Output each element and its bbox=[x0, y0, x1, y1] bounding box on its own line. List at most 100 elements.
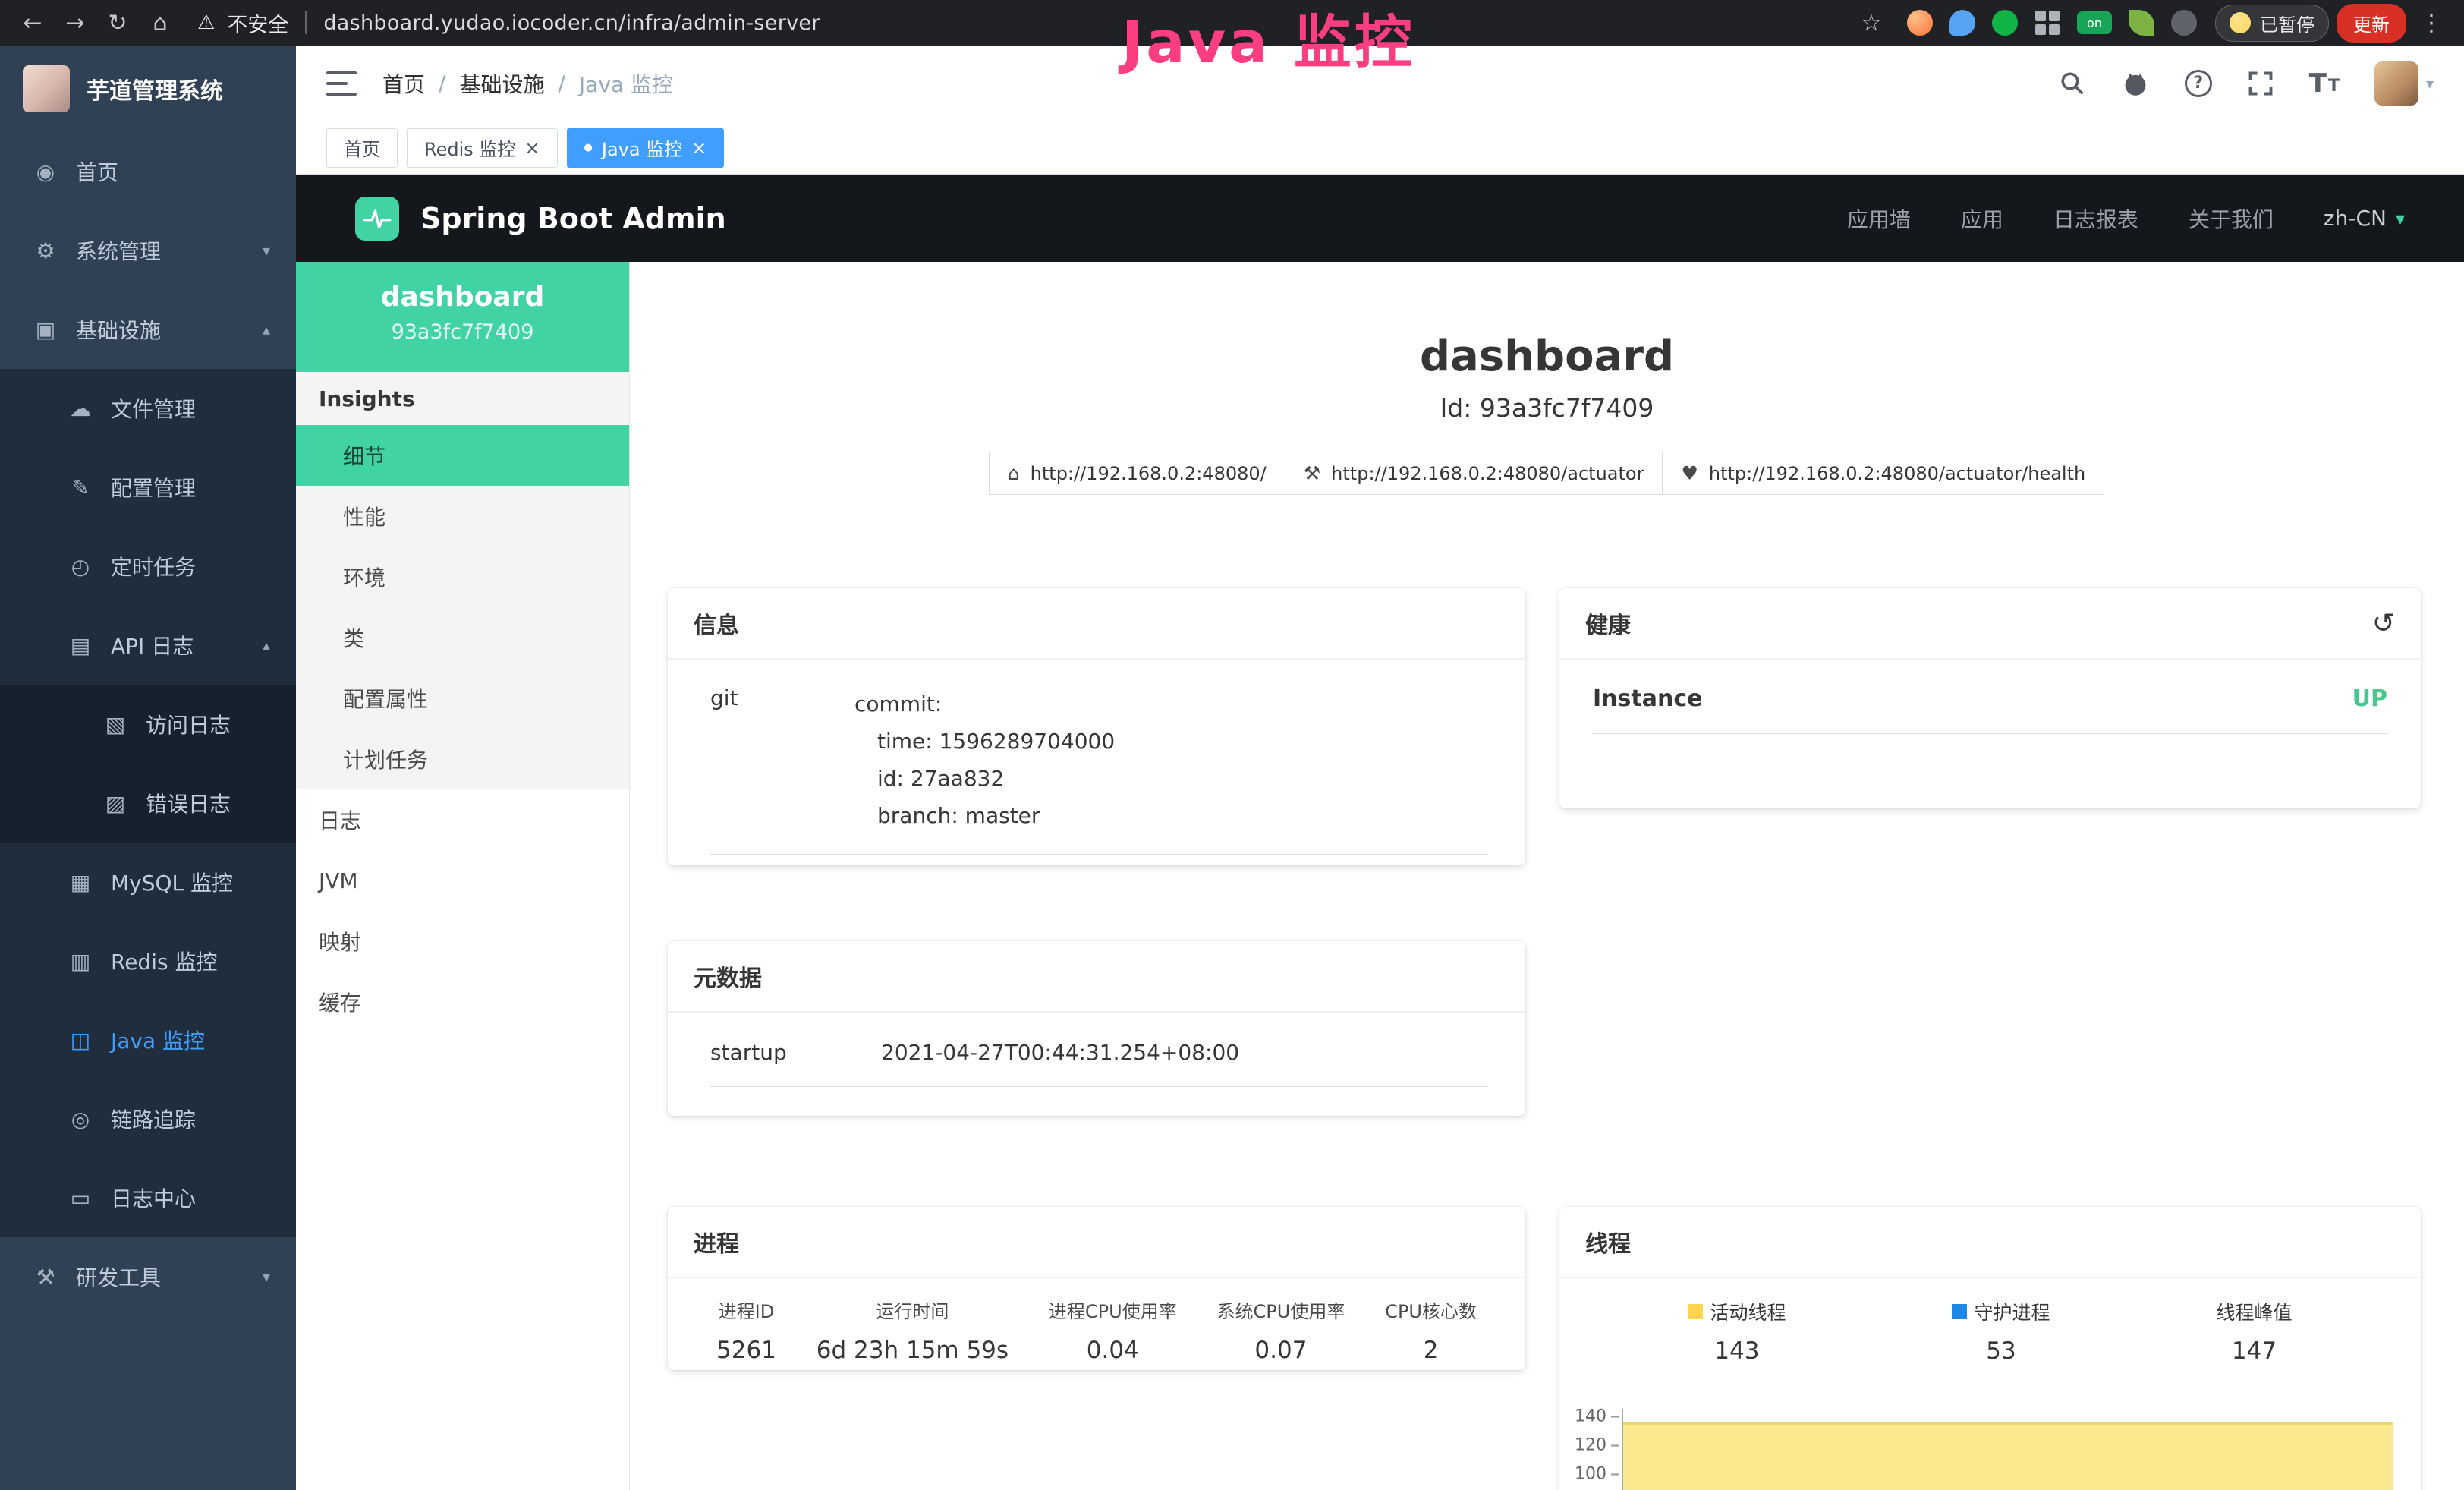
breadcrumb-home[interactable]: 首页 bbox=[382, 68, 425, 99]
sba-item-performance[interactable]: 性能 bbox=[296, 486, 629, 547]
green-extension-icon[interactable] bbox=[1992, 10, 2018, 36]
sidebar-item-redis-monitor[interactable]: ▥ Redis 监控 bbox=[0, 921, 296, 1000]
reload-icon[interactable]: ↻ bbox=[100, 10, 135, 36]
sba-item-config-props[interactable]: 配置属性 bbox=[296, 668, 629, 729]
chevron-down-icon: ▾ bbox=[263, 241, 270, 260]
sidebar-item-label: 配置管理 bbox=[111, 472, 196, 502]
extensions-area: on bbox=[1907, 10, 2197, 36]
sba-item-loggers[interactable]: 日志 bbox=[296, 789, 629, 850]
sba-item-caches[interactable]: 缓存 bbox=[296, 972, 629, 1032]
sba-item-environment[interactable]: 环境 bbox=[296, 547, 629, 607]
instance-links: ⌂ http://192.168.0.2:48080/ ⚒ http://192… bbox=[630, 452, 2464, 495]
sba-item-jvm[interactable]: JVM bbox=[296, 850, 629, 911]
active-dot-icon: ● bbox=[584, 142, 593, 153]
sidebar-item-file-mgmt[interactable]: ☁ 文件管理 bbox=[0, 369, 296, 448]
close-icon[interactable]: × bbox=[691, 139, 706, 157]
health-card-title: 健康 bbox=[1585, 606, 1631, 640]
status-badge: UP bbox=[2352, 685, 2387, 712]
metadata-key: startup bbox=[710, 1040, 881, 1065]
git-info-row: git commit: time: 1596289704000 id: 27aa… bbox=[710, 685, 1487, 855]
sidebar-item-system-mgmt[interactable]: ⚙ 系统管理 ▾ bbox=[0, 211, 296, 290]
sba-item-scheduled-tasks[interactable]: 计划任务 bbox=[296, 729, 629, 789]
sidebar-item-api-logs[interactable]: ▤ API 日志 ▴ bbox=[0, 606, 296, 685]
help-icon[interactable]: ? bbox=[2185, 70, 2212, 97]
actuator-url-link[interactable]: ⚒ http://192.168.0.2:48080/actuator bbox=[1285, 452, 1663, 495]
sba-language-value: zh-CN bbox=[2324, 206, 2387, 231]
user-menu[interactable]: ▾ bbox=[2374, 61, 2434, 106]
sidebar-item-access-logs[interactable]: ▧ 访问日志 bbox=[0, 685, 296, 764]
sidebar-item-mysql-monitor[interactable]: ▦ MySQL 监控 bbox=[0, 843, 296, 921]
sidebar-item-dev-tools[interactable]: ⚒ 研发工具 ▾ bbox=[0, 1237, 296, 1316]
paused-badge[interactable]: 已暂停 bbox=[2215, 5, 2329, 42]
service-url-link[interactable]: ⌂ http://192.168.0.2:48080/ bbox=[989, 452, 1285, 495]
update-button[interactable]: 更新 bbox=[2337, 4, 2406, 43]
sidebar-item-log-center[interactable]: ▭ 日志中心 bbox=[0, 1158, 296, 1237]
tab-home[interactable]: 首页 bbox=[326, 128, 398, 168]
sidebar-item-infrastructure[interactable]: ▣ 基础设施 ▴ bbox=[0, 290, 296, 369]
fullscreen-icon[interactable] bbox=[2247, 70, 2274, 97]
browser-menu-icon[interactable]: ⋮ bbox=[2414, 10, 2449, 36]
sba-item-details[interactable]: 细节 bbox=[296, 425, 629, 486]
tab-java-monitor[interactable]: ● Java 监控 × bbox=[567, 128, 725, 168]
chevron-down-icon: ▾ bbox=[2396, 208, 2405, 229]
bookmark-star-icon[interactable]: ☆ bbox=[1854, 10, 1889, 36]
sidebar-item-label: 错误日志 bbox=[146, 788, 231, 818]
sba-main-content: dashboard Id: 93a3fc7f7409 ⌂ http://192.… bbox=[630, 262, 2464, 1490]
breadcrumb-infrastructure[interactable]: 基础设施 bbox=[459, 68, 544, 99]
health-url-link[interactable]: ♥ http://192.168.0.2:48080/actuator/heal… bbox=[1662, 452, 2104, 495]
process-card: 进程 进程ID 5261 运行时间 6d 23h 15m 59s 进程CPU使用… bbox=[668, 1207, 1525, 1370]
tab-redis-monitor[interactable]: Redis 监控 × bbox=[407, 128, 558, 168]
sidebar-item-trace[interactable]: ◎ 链路追踪 bbox=[0, 1079, 296, 1158]
sba-app-header[interactable]: dashboard 93a3fc7f7409 bbox=[296, 262, 629, 372]
fox-extension-icon[interactable] bbox=[1907, 10, 1933, 36]
chevron-down-icon: ▾ bbox=[263, 1268, 270, 1286]
font-size-icon[interactable]: T T bbox=[2309, 71, 2340, 96]
sba-logo-icon[interactable] bbox=[355, 197, 399, 241]
chevron-up-icon: ▴ bbox=[263, 320, 270, 339]
puzzle-extension-icon[interactable] bbox=[2171, 10, 2197, 36]
sidebar-item-home[interactable]: ◉ 首页 bbox=[0, 132, 296, 211]
history-icon[interactable]: ↺ bbox=[2372, 608, 2395, 639]
browser-home-icon[interactable]: ⌂ bbox=[143, 10, 178, 36]
security-label[interactable]: 不安全 bbox=[227, 8, 288, 38]
sba-nav-about[interactable]: 关于我们 bbox=[2189, 203, 2274, 234]
sba-brand-title[interactable]: Spring Boot Admin bbox=[420, 202, 726, 235]
hamburger-menu-icon[interactable] bbox=[326, 71, 357, 96]
on-badge-extension-icon[interactable]: on bbox=[2077, 11, 2112, 34]
github-icon[interactable] bbox=[2121, 69, 2150, 98]
sba-item-classes[interactable]: 类 bbox=[296, 607, 629, 668]
sba-nav-wallboard[interactable]: 应用墙 bbox=[1847, 203, 1911, 234]
drop-extension-icon[interactable] bbox=[1949, 10, 1975, 36]
sidebar-item-java-monitor[interactable]: ◫ Java 监控 bbox=[0, 1000, 296, 1079]
dashboard-icon: ◉ bbox=[32, 159, 59, 184]
threads-card: 线程 活动线程 143 守护进程 53 bbox=[1559, 1207, 2421, 1490]
grid-extension-icon[interactable] bbox=[2034, 10, 2060, 36]
sidebar-item-config-mgmt[interactable]: ✎ 配置管理 bbox=[0, 448, 296, 527]
info-key: git bbox=[710, 685, 854, 834]
forward-icon[interactable]: → bbox=[58, 10, 93, 36]
legend-peak-threads: 线程峰值 147 bbox=[2216, 1298, 2292, 1365]
access-log-icon: ▧ bbox=[102, 712, 129, 737]
sba-app-id: 93a3fc7f7409 bbox=[296, 320, 629, 344]
sba-sidebar: dashboard 93a3fc7f7409 Insights 细节 性能 环境… bbox=[296, 262, 630, 1490]
close-icon[interactable]: × bbox=[524, 139, 540, 157]
sba-language-select[interactable]: zh-CN ▾ bbox=[2324, 206, 2405, 231]
sidebar-item-scheduled-jobs[interactable]: ◴ 定时任务 bbox=[0, 527, 296, 606]
health-instance-row[interactable]: Instance UP bbox=[1593, 685, 2387, 734]
leaf-extension-icon[interactable] bbox=[2129, 10, 2154, 36]
app-logo-image bbox=[23, 65, 70, 112]
address-bar[interactable]: ⚠ 不安全 dashboard.yudao.iocoder.cn/infra/a… bbox=[185, 8, 1846, 38]
sba-nav-journal[interactable]: 日志报表 bbox=[2053, 203, 2138, 234]
sba-item-mappings[interactable]: 映射 bbox=[296, 911, 629, 972]
back-icon[interactable]: ← bbox=[15, 10, 50, 36]
sba-nav-applications[interactable]: 应用 bbox=[1961, 203, 2003, 234]
url-text[interactable]: dashboard.yudao.iocoder.cn/infra/admin-s… bbox=[323, 11, 820, 35]
app-logo[interactable]: 芋道管理系统 bbox=[0, 46, 296, 132]
search-icon[interactable] bbox=[2059, 70, 2086, 97]
process-stat-cpu-cores: CPU核心数 2 bbox=[1385, 1296, 1477, 1364]
live-threads-swatch-icon bbox=[1688, 1304, 1703, 1319]
sidebar-item-error-logs[interactable]: ▨ 错误日志 bbox=[0, 764, 296, 843]
user-avatar[interactable] bbox=[2374, 61, 2418, 106]
cloud-icon: ☁ bbox=[67, 396, 94, 421]
trace-icon: ◎ bbox=[67, 1107, 94, 1132]
